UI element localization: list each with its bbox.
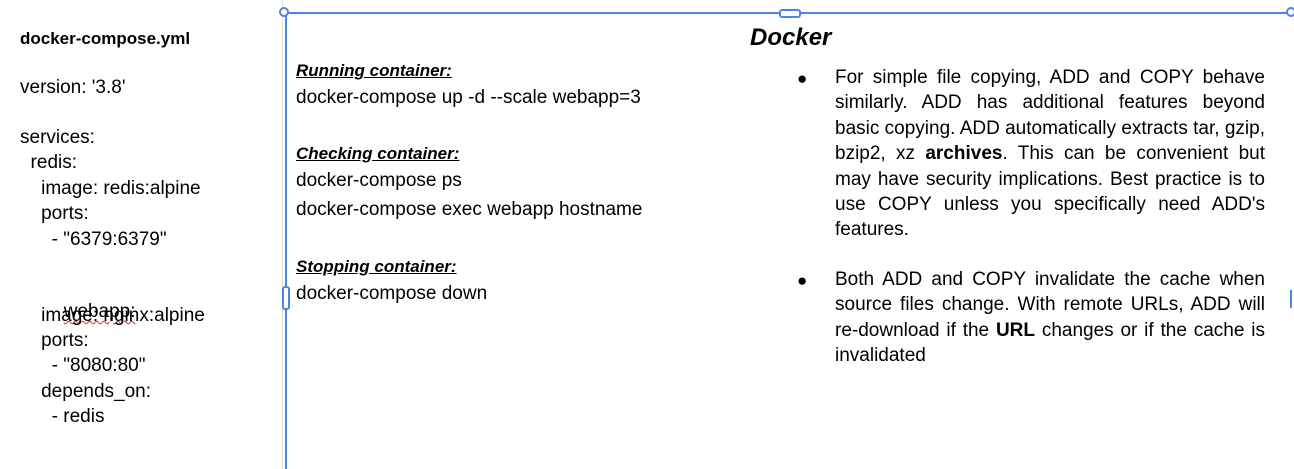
bullet-2-marker: ● xyxy=(797,271,808,290)
yaml-redis-ports-line[interactable]: ports: xyxy=(20,203,89,225)
checking-container-command-exec[interactable]: docker-compose exec webapp hostname xyxy=(296,199,642,221)
selection-border-left xyxy=(285,12,287,469)
checking-container-heading[interactable]: Checking container: xyxy=(296,144,459,164)
yaml-redis-port-value[interactable]: - "6379:6379" xyxy=(20,229,167,251)
yaml-depends-on-line[interactable]: depends_on: xyxy=(20,381,151,403)
resize-handle-top-center[interactable] xyxy=(779,9,801,18)
yaml-webapp-port-value[interactable]: - "8080:80" xyxy=(20,355,146,377)
yaml-webapp-ports-line[interactable]: ports: xyxy=(20,330,89,352)
document-canvas: docker-compose.yml version: '3.8' servic… xyxy=(0,0,1294,469)
resize-handle-top-left[interactable] xyxy=(279,7,289,17)
stopping-container-heading[interactable]: Stopping container: xyxy=(296,257,457,277)
yaml-panel: docker-compose.yml version: '3.8' servic… xyxy=(0,0,282,469)
bullet-1-bold-archives: archives xyxy=(925,143,1003,165)
column-divider xyxy=(282,0,283,469)
yaml-services-line[interactable]: services: xyxy=(20,127,95,149)
resize-handle-top-right[interactable] xyxy=(1286,7,1294,17)
stopping-container-command[interactable]: docker-compose down xyxy=(296,283,487,305)
yaml-depends-value[interactable]: - redis xyxy=(20,406,105,428)
yaml-webapp-image-line[interactable]: image: nginx:alpine xyxy=(20,305,205,327)
docker-title[interactable]: Docker xyxy=(750,24,831,52)
running-container-command[interactable]: docker-compose up -d --scale webapp=3 xyxy=(296,87,641,109)
resize-handle-right-center[interactable] xyxy=(1290,290,1292,308)
bullet-2-text[interactable]: Both ADD and COPY invalidate the cache w… xyxy=(835,267,1265,369)
running-container-heading[interactable]: Running container: xyxy=(296,61,452,81)
checking-container-command-ps[interactable]: docker-compose ps xyxy=(296,170,462,192)
yaml-redis-line[interactable]: redis: xyxy=(20,152,77,174)
bullet-1-text[interactable]: For simple file copying, ADD and COPY be… xyxy=(835,65,1265,243)
yaml-title[interactable]: docker-compose.yml xyxy=(20,29,190,49)
bullet-1-marker: ● xyxy=(797,69,808,88)
resize-handle-left-center[interactable] xyxy=(282,286,290,310)
yaml-version-line[interactable]: version: '3.8' xyxy=(20,77,125,99)
bullet-2-bold-url: URL xyxy=(995,319,1035,341)
yaml-redis-image-line[interactable]: image: redis:alpine xyxy=(20,178,200,200)
